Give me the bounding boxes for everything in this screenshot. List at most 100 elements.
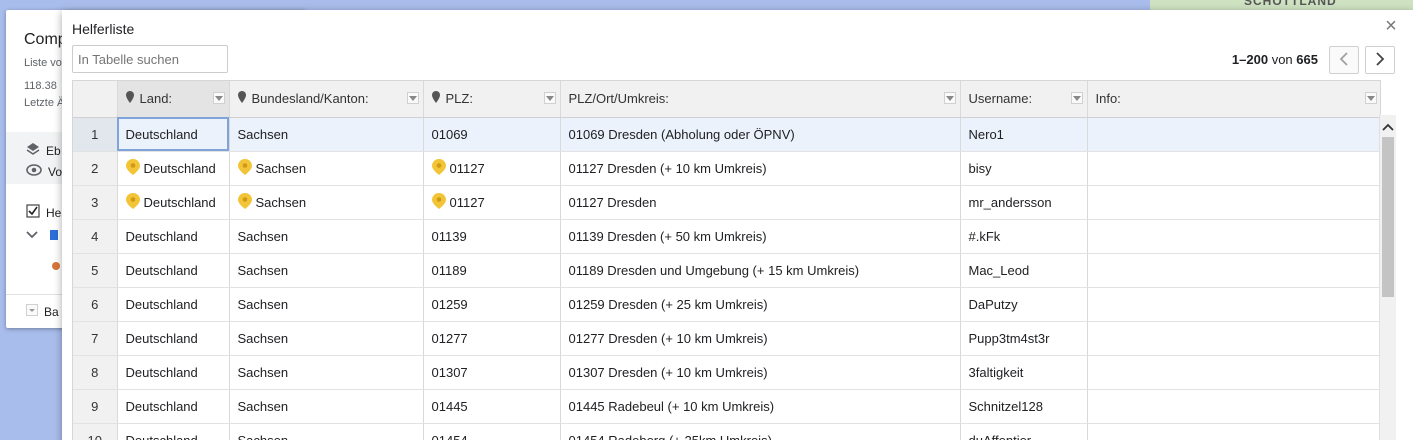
cell-ort[interactable]: 01277 Dresden (+ 10 km Umkreis) [560, 321, 961, 356]
scrollbar-thumb[interactable] [1382, 137, 1394, 297]
row-number[interactable]: 5 [73, 253, 118, 288]
cell-plz[interactable]: 01259 [423, 287, 561, 322]
column-header-bundesland[interactable]: Bundesland/Kanton: [229, 81, 424, 118]
row-number[interactable]: 8 [73, 355, 118, 390]
map-marker-icon[interactable] [431, 192, 446, 212]
basemap-item[interactable]: Ba [26, 304, 59, 319]
row-number[interactable]: 6 [73, 287, 118, 322]
cell-plz[interactable]: 01127 [423, 151, 561, 186]
table-row[interactable]: 1 Deutschland Sachsen 01069 01069 Dresden (A… [73, 117, 1380, 152]
style-item[interactable] [50, 260, 62, 274]
cell-land[interactable]: Deutschland [117, 287, 230, 322]
cell-username[interactable]: Pupp3tm4st3r [960, 321, 1088, 356]
vertical-scrollbar[interactable] [1379, 115, 1396, 440]
column-header-plz[interactable]: PLZ: [423, 81, 561, 118]
cell-bundesland[interactable]: Sachsen [229, 219, 424, 254]
row-number[interactable]: 10 [73, 423, 118, 440]
cell-username[interactable]: bisy [960, 151, 1088, 186]
cell-username[interactable]: DaPutzy [960, 287, 1088, 322]
table-row[interactable]: 2 Deutschland Sachsen 01127 01127 Dresden (+… [73, 151, 1380, 186]
cell-info[interactable] [1087, 389, 1380, 424]
table-search-input[interactable] [72, 45, 228, 73]
table-row[interactable]: 5 Deutschland Sachsen 01189 01189 Dresden un… [73, 253, 1380, 288]
column-header-land[interactable]: Land: [117, 81, 230, 118]
previous-page-button[interactable] [1329, 46, 1359, 74]
preview-button[interactable]: Vo [26, 164, 62, 179]
map-marker-icon[interactable] [125, 158, 140, 178]
cell-bundesland[interactable]: Sachsen [229, 389, 424, 424]
layer-expand[interactable] [26, 228, 58, 242]
chevron-down-icon[interactable] [26, 304, 38, 319]
cell-info[interactable] [1087, 151, 1380, 186]
cell-plz[interactable]: 01454 [423, 423, 561, 440]
cell-ort[interactable]: 01454 Radeberg (+ 25km Umkreis) [560, 423, 961, 440]
table-row[interactable]: 7 Deutschland Sachsen 01277 01277 Dresden (+… [73, 321, 1380, 356]
checkbox-checked-icon[interactable] [26, 204, 40, 221]
table-row[interactable]: 9 Deutschland Sachsen 01445 01445 Radebeul (… [73, 389, 1380, 424]
cell-info[interactable] [1087, 287, 1380, 322]
cell-bundesland[interactable]: Sachsen [229, 253, 424, 288]
cell-ort[interactable]: 01259 Dresden (+ 25 km Umkreis) [560, 287, 961, 322]
table-row[interactable]: 3 Deutschland Sachsen 01127 01127 Dresden mr_… [73, 185, 1380, 220]
cell-info[interactable] [1087, 117, 1380, 152]
cell-username[interactable]: #.kFk [960, 219, 1088, 254]
cell-plz[interactable]: 01445 [423, 389, 561, 424]
add-layer-button[interactable]: Eb [26, 142, 61, 159]
cell-username[interactable]: 3faltigkeit [960, 355, 1088, 390]
cell-plz[interactable]: 01307 [423, 355, 561, 390]
cell-plz[interactable]: 01189 [423, 253, 561, 288]
cell-bundesland[interactable]: Sachsen [229, 321, 424, 356]
scroll-up-icon[interactable] [1382, 119, 1394, 134]
cell-username[interactable]: Schnitzel128 [960, 389, 1088, 424]
cell-land[interactable]: Deutschland [117, 355, 230, 390]
column-menu-button[interactable] [543, 92, 556, 104]
row-number[interactable]: 7 [73, 321, 118, 356]
cell-bundesland[interactable]: Sachsen [229, 185, 424, 220]
map-marker-icon[interactable] [237, 158, 252, 178]
table-row[interactable]: 6 Deutschland Sachsen 01259 01259 Dresden (+… [73, 287, 1380, 322]
cell-info[interactable] [1087, 321, 1380, 356]
cell-ort[interactable]: 01445 Radebeul (+ 10 km Umkreis) [560, 389, 961, 424]
cell-bundesland[interactable]: Sachsen [229, 423, 424, 440]
cell-info[interactable] [1087, 219, 1380, 254]
column-menu-button[interactable] [1364, 92, 1377, 104]
cell-bundesland[interactable]: Sachsen [229, 287, 424, 322]
cell-land[interactable]: Deutschland [117, 423, 230, 440]
cell-ort[interactable]: 01139 Dresden (+ 50 km Umkreis) [560, 219, 961, 254]
cell-ort[interactable]: 01189 Dresden und Umgebung (+ 15 km Umkr… [560, 253, 961, 288]
cell-username[interactable]: duAffentier [960, 423, 1088, 440]
cell-info[interactable] [1087, 423, 1380, 440]
cell-land[interactable]: Deutschland [117, 219, 230, 254]
row-number[interactable]: 9 [73, 389, 118, 424]
cell-info[interactable] [1087, 253, 1380, 288]
cell-ort[interactable]: 01127 Dresden (+ 10 km Umkreis) [560, 151, 961, 186]
column-menu-button[interactable] [943, 92, 956, 104]
map-marker-icon[interactable] [431, 158, 446, 178]
column-menu-button[interactable] [406, 92, 419, 104]
cell-land[interactable]: Deutschland [117, 117, 230, 152]
row-number[interactable]: 3 [73, 185, 118, 220]
cell-info[interactable] [1087, 185, 1380, 220]
column-header-username[interactable]: Username: [960, 81, 1088, 118]
cell-username[interactable]: mr_andersson [960, 185, 1088, 220]
table-row[interactable]: 10 Deutschland Sachsen 01454 01454 Radeberg … [73, 423, 1380, 440]
cell-bundesland[interactable]: Sachsen [229, 355, 424, 390]
cell-bundesland[interactable]: Sachsen [229, 151, 424, 186]
cell-ort[interactable]: 01307 Dresden (+ 10 km Umkreis) [560, 355, 961, 390]
map-marker-icon[interactable] [237, 192, 252, 212]
cell-plz[interactable]: 01277 [423, 321, 561, 356]
cell-ort[interactable]: 01069 Dresden (Abholung oder ÖPNV) [560, 117, 961, 152]
cell-land[interactable]: Deutschland [117, 151, 230, 186]
cell-land[interactable]: Deutschland [117, 321, 230, 356]
column-header-ort[interactable]: PLZ/Ort/Umkreis: [560, 81, 961, 118]
row-number[interactable]: 2 [73, 151, 118, 186]
cell-land[interactable]: Deutschland [117, 253, 230, 288]
cell-bundesland[interactable]: Sachsen [229, 117, 424, 152]
cell-plz[interactable]: 01127 [423, 185, 561, 220]
cell-land[interactable]: Deutschland [117, 185, 230, 220]
cell-land[interactable]: Deutschland [117, 389, 230, 424]
layer-item[interactable]: He [26, 204, 61, 221]
cell-username[interactable]: Mac_Leod [960, 253, 1088, 288]
next-page-button[interactable] [1365, 46, 1395, 74]
cell-plz[interactable]: 01139 [423, 219, 561, 254]
